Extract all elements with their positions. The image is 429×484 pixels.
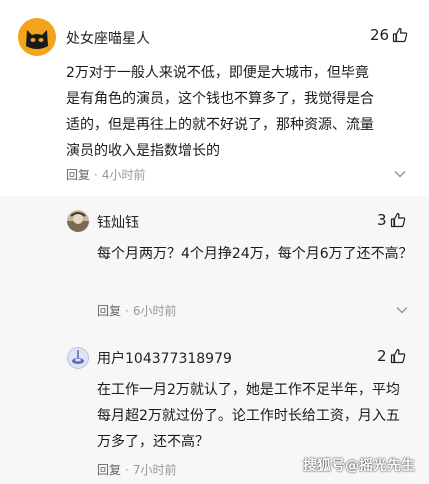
thumbs-up-icon	[390, 212, 405, 228]
comment-username[interactable]: 处女座喵星人	[66, 28, 150, 48]
reply-text: 每个月两万？4个月挣24万，每个月6万了还不高？	[97, 246, 413, 262]
user-avatar-icon	[67, 210, 89, 232]
like-count: 26	[370, 26, 390, 44]
reply-username[interactable]: 钰灿钰	[97, 212, 139, 232]
timestamp: 6小时前	[132, 304, 177, 318]
avatar[interactable]	[67, 210, 89, 232]
user-avatar-icon	[67, 347, 89, 369]
reply-username[interactable]: 用户104377318979	[97, 348, 232, 368]
watermark: 搜狐号@摇光先生	[303, 458, 415, 474]
timestamp: 7小时前	[132, 463, 177, 477]
reply-item: 钰灿钰 3 每个月两万？4个月挣24万，每个月6万了还不高？ 回复 · 6小时前	[0, 196, 429, 338]
comment-item: 处女座喵星人 26 2万对于一般人来说不低，即便是大城市，但毕竟是有角色的演员，…	[18, 18, 429, 196]
avatar[interactable]	[18, 18, 56, 56]
like-count: 3	[377, 211, 387, 229]
reply-text: 在工作一月2万就认了，她是工作不足半年，平均每月超2万就过份了。论工作时长给工资…	[97, 382, 400, 450]
like-count: 2	[377, 347, 387, 365]
reply-meta: 回复 · 7小时前	[97, 463, 177, 477]
comment-meta: 回复 · 4小时前	[66, 168, 146, 182]
like-button[interactable]: 2	[377, 347, 406, 365]
reply-button[interactable]: 回复	[97, 463, 121, 477]
reply-meta: 回复 · 6小时前	[97, 304, 177, 318]
reply-button[interactable]: 回复	[66, 168, 90, 182]
chevron-down-icon[interactable]	[394, 170, 406, 178]
chevron-down-icon[interactable]	[396, 306, 408, 314]
timestamp: 4小时前	[101, 168, 146, 182]
cat-avatar-icon	[18, 18, 56, 56]
thumbs-up-icon	[392, 27, 408, 43]
thumbs-up-icon	[390, 348, 405, 364]
reply-button[interactable]: 回复	[97, 304, 121, 318]
like-button[interactable]: 26	[370, 26, 408, 44]
avatar[interactable]	[67, 347, 89, 369]
comment-text: 2万对于一般人来说不低，即便是大城市，但毕竟是有角色的演员，这个钱也不算多了，我…	[66, 65, 374, 159]
like-button[interactable]: 3	[377, 211, 406, 229]
